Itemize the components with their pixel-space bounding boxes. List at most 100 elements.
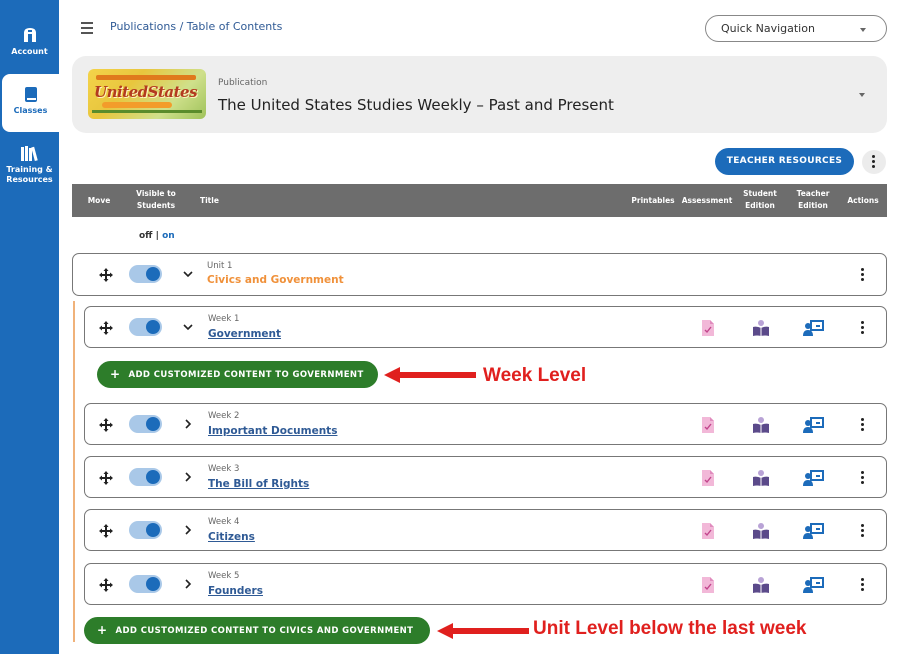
row-actions-icon[interactable] [861,524,865,538]
unit-nesting-line [73,301,75,642]
teacher-edition-icon[interactable] [803,469,825,487]
header-printables: Printables [631,196,675,205]
move-icon[interactable] [99,268,113,282]
student-edition-icon[interactable] [751,469,771,487]
header-move: Move [87,196,111,205]
toggle-on-label[interactable]: on [162,231,175,241]
week-level: Week 1 [208,314,240,324]
row-actions-icon[interactable] [861,321,865,335]
chevron-right-icon[interactable] [183,525,193,535]
chevron-down-icon[interactable] [183,322,193,332]
week-title[interactable]: Important Documents [208,425,337,437]
assessment-icon[interactable] [698,319,718,337]
publication-logo-text: UnitedStates [94,83,198,101]
move-icon[interactable] [99,524,113,538]
header-visible: Visible to Students [136,189,176,210]
chevron-right-icon[interactable] [183,472,193,482]
arrow-left-icon [384,367,476,383]
week-title[interactable]: Founders [208,585,263,597]
chevron-right-icon[interactable] [183,579,193,589]
row-actions-icon[interactable] [861,578,865,592]
chevron-right-icon[interactable] [183,419,193,429]
header-actions: Actions [847,196,879,205]
chevron-down-icon [859,93,865,97]
sidebar: Account Classes Training & Resources [0,0,59,654]
publication-title: The United States Studies Weekly – Past … [218,96,614,114]
publication-thumbnail: UnitedStates [88,69,206,119]
student-edition-icon[interactable] [751,576,771,594]
week-title[interactable]: Government [208,328,281,340]
row-actions-icon[interactable] [861,471,865,485]
visibility-toggle[interactable] [129,415,162,433]
student-edition-icon[interactable] [751,522,771,540]
visibility-toggle[interactable] [129,265,162,283]
sidebar-item-account[interactable]: Account [0,26,59,57]
week-level: Week 2 [208,411,240,421]
row-actions-icon[interactable] [861,418,865,432]
add-unit-prefix: ADD CUSTOMIZED CONTENT TO [115,626,280,636]
menu-icon[interactable] [81,22,93,34]
teacher-edition-icon[interactable] [803,576,825,594]
row-actions-icon[interactable] [861,268,865,282]
teacher-edition-icon[interactable] [803,416,825,434]
week-level: Week 4 [208,517,240,527]
account-icon [23,28,36,42]
week-title[interactable]: Citizens [208,531,255,543]
add-unit-target: CIVICS AND GOVERNMENT [279,626,414,636]
add-customized-content-week-button[interactable]: + ADD CUSTOMIZED CONTENT TO GOVERNMENT [97,361,378,388]
annotation-unit-level: Unit Level below the last week [533,618,807,639]
week-row: Week 5 Founders [84,563,887,605]
chevron-down-icon[interactable] [183,269,193,279]
week-row: Week 1 Government [84,306,887,348]
assessment-icon[interactable] [698,469,718,487]
assessment-icon[interactable] [698,576,718,594]
add-week-target: GOVERNMENT [292,370,364,380]
quick-navigation-select[interactable]: Quick Navigation [705,15,887,42]
add-customized-content-unit-button[interactable]: + ADD CUSTOMIZED CONTENT TO CIVICS AND GO… [84,617,430,644]
header-student-edition: Student Edition [743,189,777,210]
week-level: Week 3 [208,464,240,474]
kebab-icon [872,155,876,169]
move-icon[interactable] [99,321,113,335]
publication-label: Publication [218,78,268,88]
more-options-button[interactable] [862,150,886,174]
book-icon [24,87,37,102]
arrow-left-icon [437,623,529,639]
teacher-edition-icon[interactable] [803,319,825,337]
week-level: Week 5 [208,571,240,581]
unit-level: Unit 1 [207,261,233,271]
chevron-down-icon [860,28,866,32]
header-assessment: Assessment [681,196,733,205]
visibility-toggle-all[interactable]: off | on [139,231,175,241]
unit-row: Unit 1 Civics and Government [72,253,887,296]
sidebar-item-label: Training & Resources [6,165,53,184]
visibility-toggle[interactable] [129,318,162,336]
move-icon[interactable] [99,418,113,432]
header-title: Title [200,196,219,205]
teacher-edition-icon[interactable] [803,522,825,540]
teacher-resources-button[interactable]: TEACHER RESOURCES [715,148,854,175]
visibility-toggle[interactable] [129,521,162,539]
assessment-icon[interactable] [698,416,718,434]
move-icon[interactable] [99,471,113,485]
sidebar-item-training[interactable]: Training & Resources [0,145,59,185]
sidebar-item-label: Account [11,47,48,56]
visibility-toggle[interactable] [129,575,162,593]
week-row: Week 3 The Bill of Rights [84,456,887,498]
week-title[interactable]: The Bill of Rights [208,478,309,490]
plus-icon: + [97,623,108,637]
assessment-icon[interactable] [698,522,718,540]
sidebar-item-label: Classes [13,106,48,115]
annotation-week-level: Week Level [483,365,587,386]
student-edition-icon[interactable] [751,416,771,434]
sidebar-item-classes[interactable]: Classes [2,74,59,132]
move-icon[interactable] [99,578,113,592]
toggle-off-label[interactable]: off [139,231,152,241]
student-edition-icon[interactable] [751,319,771,337]
week-row: Week 4 Citizens [84,509,887,551]
breadcrumb[interactable]: Publications / Table of Contents [110,20,282,33]
publication-selector[interactable]: UnitedStates Publication The United Stat… [72,56,887,133]
plus-icon: + [110,367,121,381]
visibility-toggle[interactable] [129,468,162,486]
unit-title[interactable]: Civics and Government [207,274,344,286]
